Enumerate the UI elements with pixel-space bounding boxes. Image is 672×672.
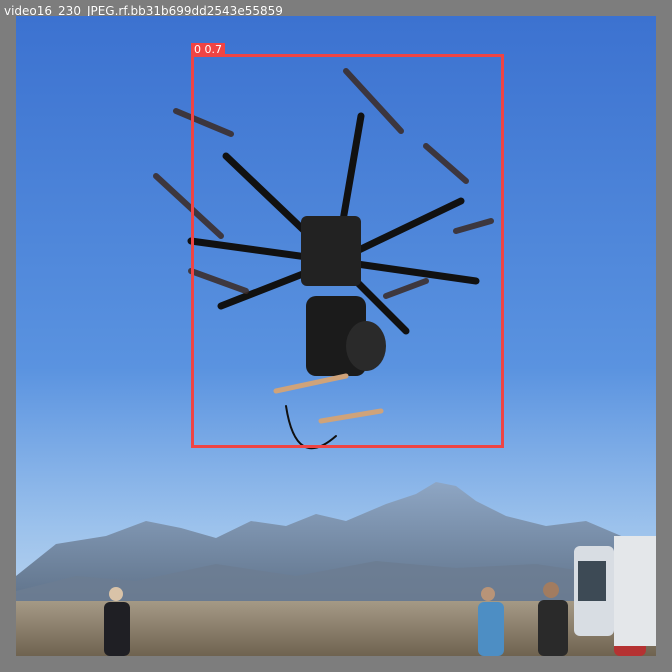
detection-label: 0 0.7	[191, 43, 225, 56]
image-frame: 0 0.7	[16, 16, 656, 656]
vehicle	[574, 536, 656, 646]
detection-bounding-box	[191, 54, 504, 448]
